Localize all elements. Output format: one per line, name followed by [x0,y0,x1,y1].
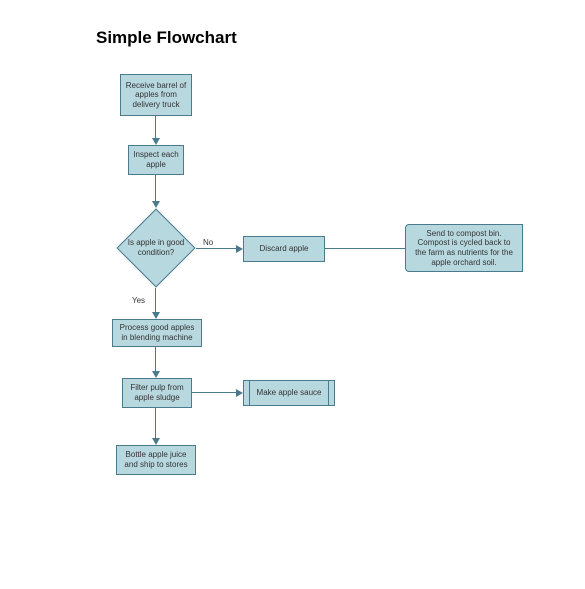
arrow-head-icon [236,389,243,397]
arrow-head-icon [236,245,243,253]
arrow [155,116,156,138]
node-inspect-text: Inspect each apple [133,150,179,169]
node-receive-text: Receive barrel of apples from delivery t… [125,81,187,110]
node-filter: Filter pulp from apple sludge [122,378,192,408]
arrow [155,347,156,371]
node-process: Process good apples in blending machine [112,319,202,347]
arrow-head-icon [152,138,160,145]
node-sauce: Make apple sauce [243,380,335,406]
node-inspect: Inspect each apple [128,145,184,175]
chart-title: Simple Flowchart [96,28,237,48]
node-sauce-text: Make apple sauce [257,388,322,398]
node-decision-text: Is apple in good condition? [116,238,196,257]
arrow [155,408,156,438]
label-no: No [203,238,213,247]
node-discard: Discard apple [243,236,325,262]
node-filter-text: Filter pulp from apple sludge [127,383,187,402]
node-decision: Is apple in good condition? [116,208,196,288]
arrow [155,175,156,201]
arrow [155,288,156,312]
node-process-text: Process good apples in blending machine [117,323,197,342]
node-receive: Receive barrel of apples from delivery t… [120,74,192,116]
arrow-head-icon [152,201,160,208]
label-yes: Yes [132,296,145,305]
arrow-head-icon [152,312,160,319]
arrow-head-icon [152,438,160,445]
arrow [192,392,236,393]
node-bottle-text: Bottle apple juice and ship to stores [121,450,191,469]
node-compost-text: Send to compost bin. Compost is cycled b… [412,229,516,267]
arrow-head-icon [152,371,160,378]
connector [325,248,405,249]
node-discard-text: Discard apple [260,244,309,254]
node-compost: Send to compost bin. Compost is cycled b… [405,224,523,272]
arrow [196,248,236,249]
node-bottle: Bottle apple juice and ship to stores [116,445,196,475]
